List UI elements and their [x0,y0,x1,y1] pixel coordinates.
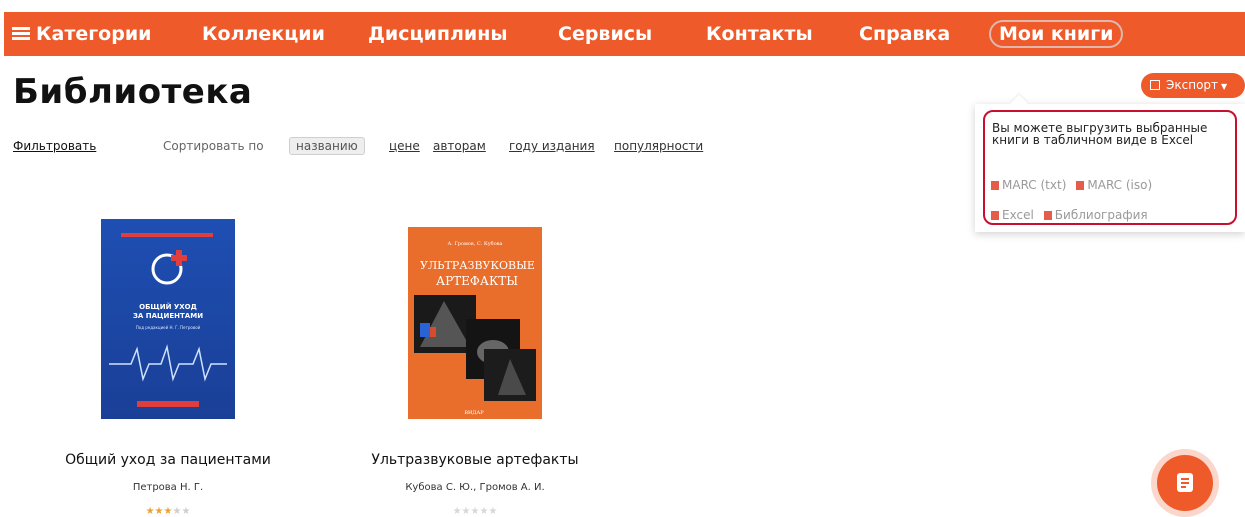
star-filled-icon: ★ [145,506,155,517]
book-rating: ★★★★★ [38,506,298,517]
export-marc-iso-link[interactable]: MARC (iso) [1076,178,1152,192]
cover-text: ОБЩИЙ УХОД [139,302,197,311]
export-bibliography-link[interactable]: Библиография [1043,208,1148,222]
file-icon [1043,211,1052,220]
book-author: Кубова С. Ю., Громов А. И. [405,482,545,493]
export-highlight-box: Вы можете выгрузить выбранные книги в та… [983,110,1237,225]
cover-text: УЛЬТРАЗВУКОВЫЕ [420,259,535,272]
nav-item-collections[interactable]: Коллекции [202,12,325,56]
sort-label: Сортировать по [163,139,264,153]
cover-text: ВИДАР [464,410,484,416]
file-icon [991,211,999,220]
export-row-marc: MARC (txt) MARC (iso) [991,178,1162,192]
star-filled-icon: ★ [154,506,164,517]
export-button[interactable]: Экспорт ▼ [1141,73,1245,98]
nav-item-contacts[interactable]: Контакты [706,12,813,56]
nav-item-services[interactable]: Сервисы [558,12,652,56]
cover-text: А. Громов, С. Кубова [447,240,502,247]
page-title: Библиотека [13,72,253,112]
file-icon [991,181,999,190]
book-cover-general-patient-care[interactable]: ОБЩИЙ УХОД ЗА ПАЦИЕНТАМИ Под редакцией Н… [101,219,235,419]
book-author: Петрова Н. Г. [132,482,204,493]
export-excel-link[interactable]: Excel [991,208,1034,222]
star-empty-icon: ★ [181,506,191,517]
sort-by-title[interactable]: названию [289,137,365,155]
star-empty-icon: ★ [488,506,498,517]
top-navigation-bar: Категории Коллекции Дисциплины Сервисы К… [4,12,1245,56]
external-link-icon [1150,80,1160,90]
filter-link[interactable]: Фильтровать [13,139,96,153]
export-row-other: Excel Библиография [991,208,1158,222]
sort-by-price[interactable]: цене [389,139,420,153]
cover-text: ЗА ПАЦИЕНТАМИ [133,312,203,320]
feedback-fab-button[interactable] [1157,455,1213,511]
book-cover-ultrasound-artifacts[interactable]: А. Громов, С. Кубова УЛЬТРАЗВУКОВЫЕ АРТЕ… [408,227,542,419]
cover-text: Под редакцией Н. Г. Петровой [136,325,201,330]
nav-item-help[interactable]: Справка [859,12,950,56]
export-description: Вы можете выгрузить выбранные книги в та… [992,121,1208,147]
nav-item-my-books[interactable]: Мои книги [989,20,1124,48]
sort-by-popularity[interactable]: популярности [614,139,703,153]
sort-by-authors[interactable]: авторам [433,139,486,153]
book-title[interactable]: Ультразвуковые артефакты [345,452,605,468]
nav-item-disciplines[interactable]: Дисциплины [368,12,508,56]
document-icon [1177,473,1193,492]
caret-down-icon: ▼ [1221,82,1228,91]
export-dropdown: Вы можете выгрузить выбранные книги в та… [975,104,1245,232]
star-empty-icon: ★ [461,506,471,517]
hamburger-icon [12,27,30,41]
nav-item-categories[interactable]: Категории [12,12,151,56]
sort-by-year[interactable]: году издания [509,139,595,153]
export-marc-txt-link[interactable]: MARC (txt) [991,178,1066,192]
book-title[interactable]: Общий уход за пациентами [38,452,298,468]
star-empty-icon: ★ [452,506,462,517]
book-rating: ★★★★★ [345,506,605,517]
cover-text: АРТЕФАКТЫ [436,274,518,288]
file-icon [1076,181,1085,190]
